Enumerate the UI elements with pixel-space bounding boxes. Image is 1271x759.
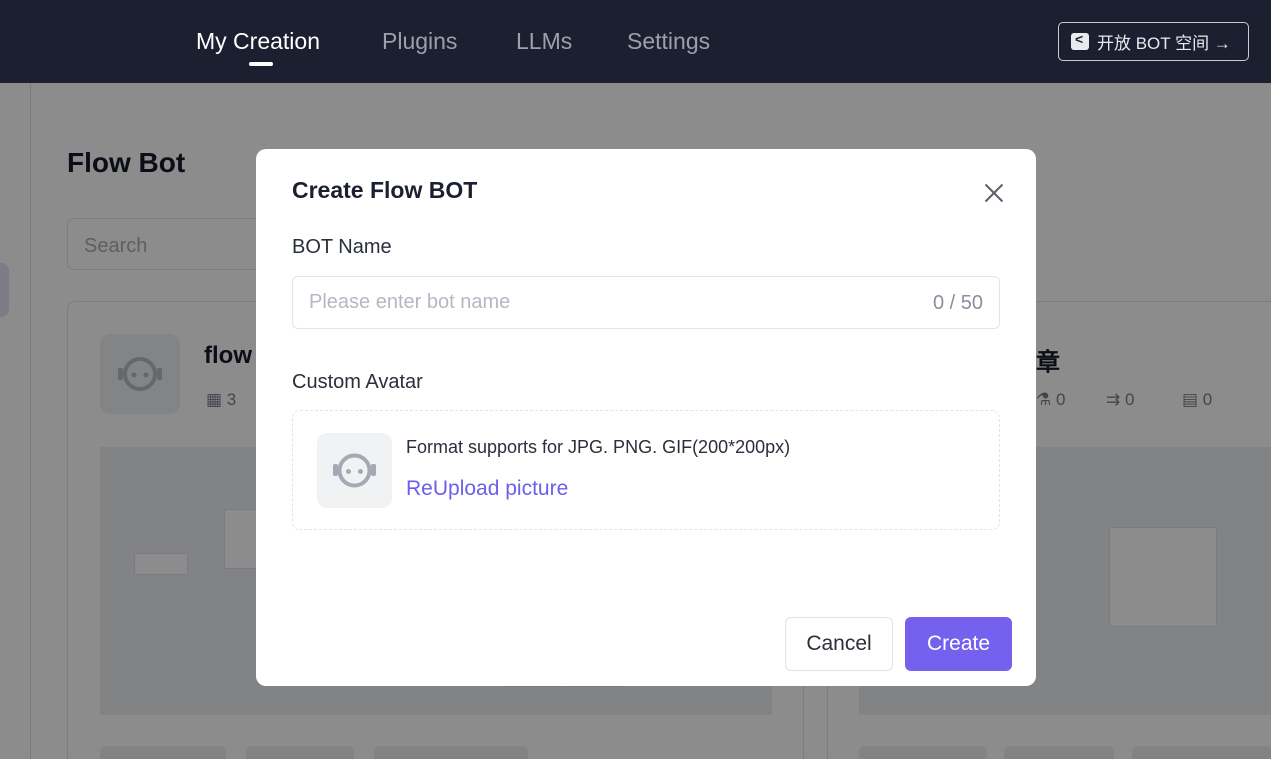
tab-llms[interactable]: LLMs bbox=[516, 28, 572, 55]
tab-plugins[interactable]: Plugins bbox=[382, 28, 457, 55]
avatar-format-hint: Format supports for JPG. PNG. GIF(200*20… bbox=[406, 437, 791, 457]
dialog-title: Create Flow BOT bbox=[292, 177, 478, 203]
create-button[interactable]: Create bbox=[905, 617, 1012, 671]
open-bot-space-label: 开放 BOT 空间 → bbox=[1097, 34, 1231, 53]
robot-icon bbox=[333, 453, 376, 488]
avatar-upload-area[interactable]: Format supports for JPG. PNG. GIF(200*20… bbox=[292, 410, 1000, 530]
open-bot-space-button[interactable]: 开放 BOT 空间 → bbox=[1058, 22, 1249, 61]
close-icon[interactable] bbox=[980, 179, 1008, 207]
tab-settings[interactable]: Settings bbox=[627, 28, 710, 55]
reupload-picture-link[interactable]: ReUpload picture bbox=[406, 477, 568, 501]
cancel-button[interactable]: Cancel bbox=[785, 617, 893, 671]
active-tab-indicator bbox=[249, 62, 273, 66]
collapse-badge-icon bbox=[1071, 31, 1089, 50]
bot-name-field[interactable]: 0 / 50 bbox=[292, 276, 1000, 329]
custom-avatar-label: Custom Avatar bbox=[292, 371, 423, 393]
bot-name-input[interactable] bbox=[309, 277, 909, 328]
create-flow-bot-dialog: Create Flow BOT BOT Name 0 / 50 Custom A… bbox=[256, 149, 1036, 686]
bot-name-label: BOT Name bbox=[292, 236, 392, 258]
char-counter: 0 / 50 bbox=[932, 292, 983, 314]
top-navigation-bar: My Creation Plugins LLMs Settings 开放 BOT… bbox=[0, 0, 1271, 83]
avatar-preview[interactable] bbox=[317, 433, 392, 508]
tab-my-creation[interactable]: My Creation bbox=[196, 28, 320, 55]
